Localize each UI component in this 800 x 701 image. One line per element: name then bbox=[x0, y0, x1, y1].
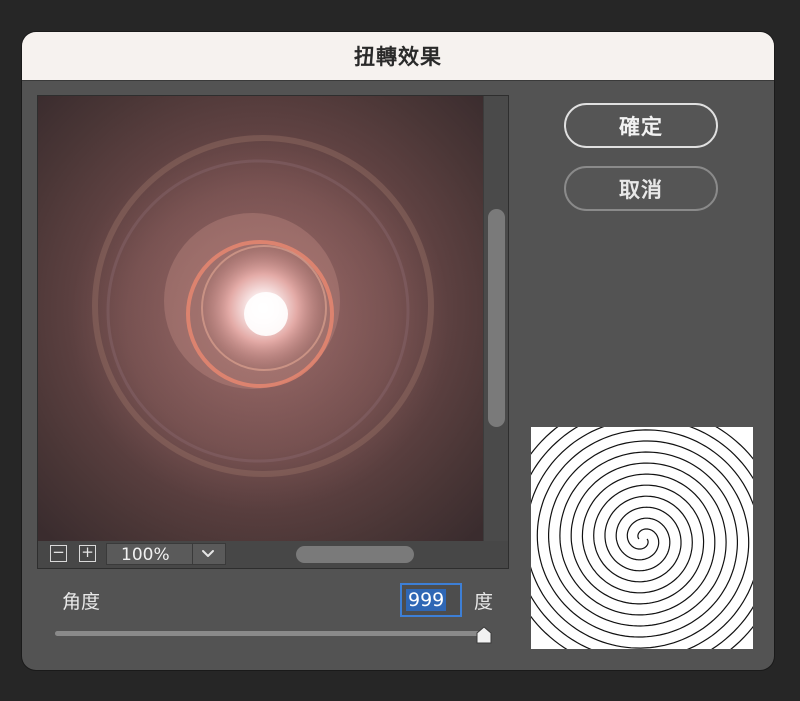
angle-slider-fill bbox=[55, 631, 491, 636]
zoom-level-value: 100% bbox=[121, 545, 170, 565]
angle-slider-track[interactable] bbox=[55, 631, 491, 636]
preview-vertical-scrollbar[interactable] bbox=[484, 96, 508, 541]
twirl-preview-graphic bbox=[38, 96, 483, 541]
ok-button[interactable]: 確定 bbox=[564, 103, 718, 148]
dialog-titlebar: 扭轉效果 bbox=[22, 32, 774, 81]
preview-panel: − + 100% bbox=[37, 95, 509, 569]
chevron-down-icon[interactable] bbox=[199, 546, 217, 566]
angle-value: 999 bbox=[406, 589, 447, 611]
cancel-button[interactable]: 取消 bbox=[564, 166, 718, 211]
angle-slider-thumb[interactable] bbox=[474, 624, 494, 648]
spiral-icon bbox=[531, 427, 753, 649]
zoom-out-button[interactable]: − bbox=[50, 545, 67, 562]
preview-toolbar: − + 100% bbox=[38, 541, 508, 568]
angle-input[interactable]: 999 bbox=[400, 583, 462, 617]
twirl-effect-thumbnail bbox=[531, 427, 753, 649]
vertical-scroll-thumb[interactable] bbox=[488, 209, 505, 427]
preview-image[interactable] bbox=[38, 96, 483, 541]
angle-label: 角度 bbox=[62, 591, 101, 613]
twirl-dialog: 扭轉效果 − + 100% 確定 取消 角度 999 度 bbox=[22, 32, 774, 670]
degree-unit-label: 度 bbox=[474, 591, 494, 613]
dialog-title: 扭轉效果 bbox=[354, 45, 442, 69]
zoom-level-dropdown[interactable]: 100% bbox=[106, 543, 226, 565]
zoom-in-button[interactable]: + bbox=[79, 545, 96, 562]
horizontal-scroll-thumb[interactable] bbox=[296, 546, 414, 563]
zoom-dropdown-divider bbox=[192, 544, 193, 564]
